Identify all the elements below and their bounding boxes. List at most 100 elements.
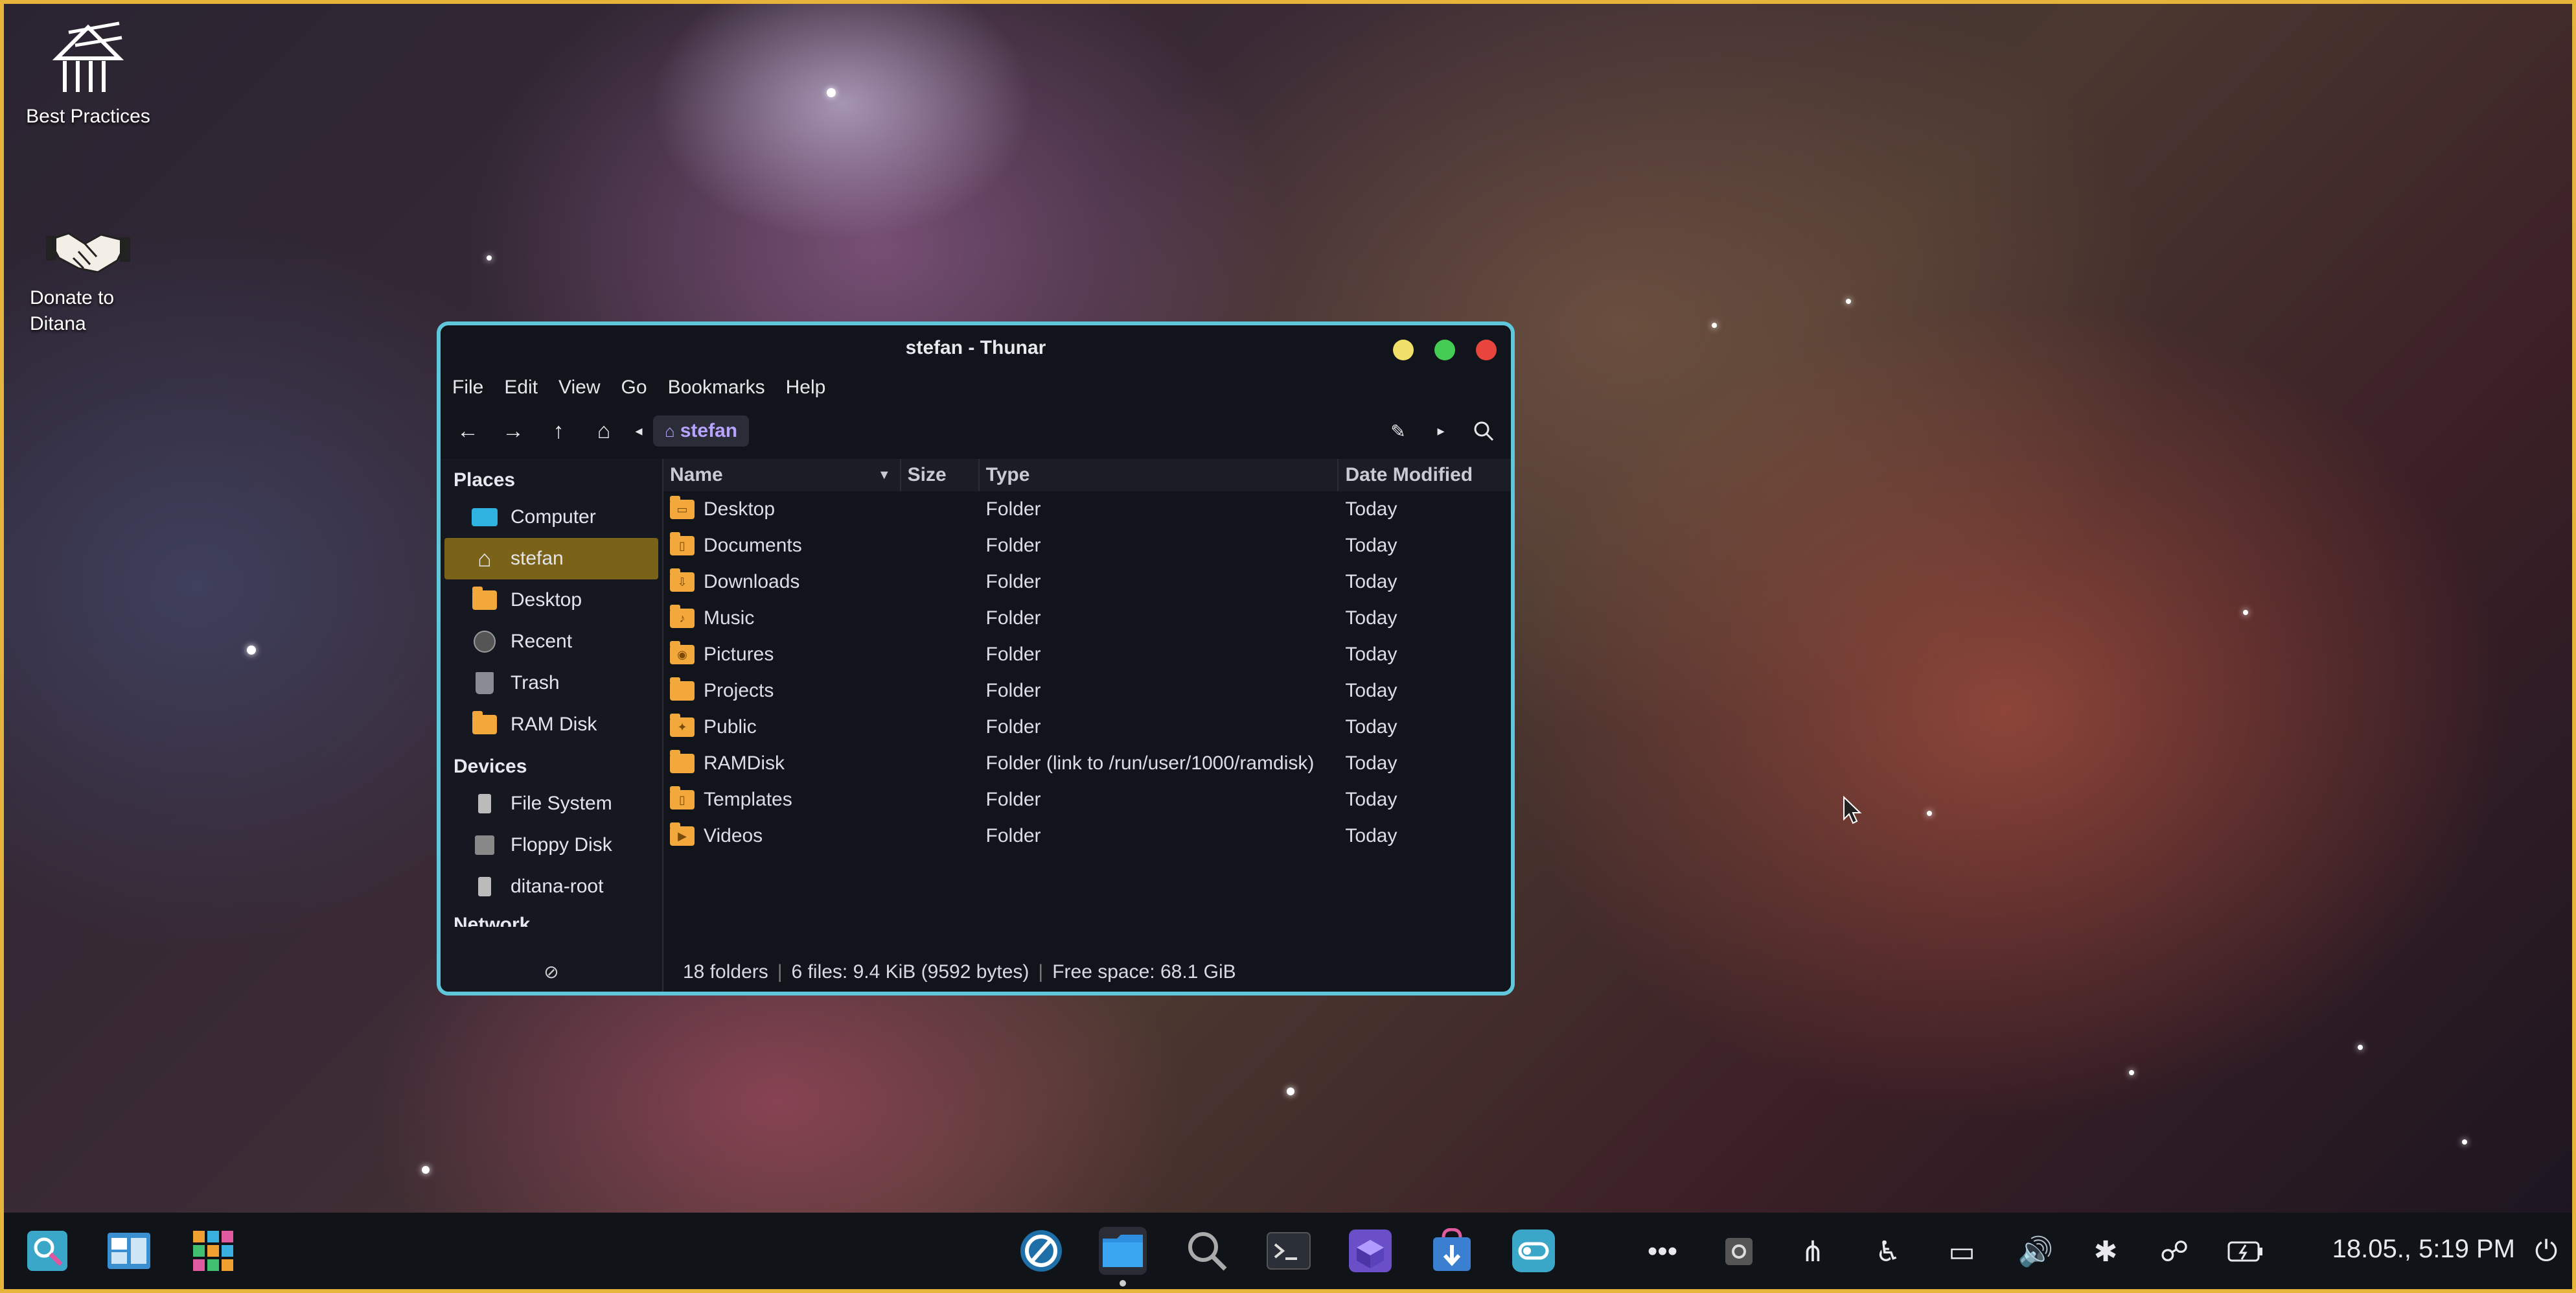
sidebar-item-trash[interactable]: Trash <box>441 662 662 704</box>
status-folders: 18 folders <box>683 961 768 983</box>
table-row[interactable]: ▯ Templates Folder Today <box>663 782 1511 818</box>
column-header-type[interactable]: Type <box>980 459 1339 491</box>
menu-bookmarks[interactable]: Bookmarks <box>668 377 765 399</box>
sidebar-item-label: ditana-root <box>511 876 604 897</box>
settings-tray-icon[interactable] <box>1719 1232 1758 1271</box>
terminal-icon[interactable] <box>1265 1227 1313 1275</box>
table-row[interactable]: ▶ Videos Folder Today <box>663 818 1511 854</box>
file-type: Folder <box>985 825 1041 846</box>
path-scroll-right-icon[interactable]: ▸ <box>1423 413 1459 449</box>
package-manager-icon[interactable] <box>1346 1227 1394 1275</box>
file-name: Public <box>704 716 757 738</box>
menu-edit[interactable]: Edit <box>504 377 538 399</box>
file-type: Folder <box>985 571 1041 592</box>
sidebar-item-desktop[interactable]: Desktop <box>441 579 662 621</box>
mouse-cursor-icon <box>1843 795 1862 828</box>
file-date: Today <box>1345 644 1397 665</box>
table-row[interactable]: ▭ Desktop Folder Today <box>663 491 1511 528</box>
desktop-icon-donate[interactable]: Donate to Ditana <box>10 220 166 337</box>
file-date: Today <box>1345 789 1397 810</box>
table-row[interactable]: ♪ Music Folder Today <box>663 600 1511 636</box>
software-store-icon[interactable] <box>1428 1227 1476 1275</box>
menu-view[interactable]: View <box>558 377 600 399</box>
network-icon[interactable]: ☍ <box>2155 1232 2194 1271</box>
table-row[interactable]: RAMDisk Folder (link to /run/user/1000/r… <box>663 745 1511 782</box>
sidebar-item-computer[interactable]: Computer <box>441 496 662 538</box>
star <box>2243 610 2248 615</box>
desktop-icon-best-practices[interactable]: Best Practices <box>10 19 166 130</box>
star <box>487 255 492 261</box>
accessibility-icon[interactable]: ♿ <box>1869 1232 1907 1271</box>
up-icon[interactable]: ↑ <box>540 413 577 449</box>
breadcrumb[interactable]: ⌂ stefan <box>653 415 750 447</box>
menu-file[interactable]: File <box>452 377 483 399</box>
more-icon[interactable]: ••• <box>1643 1232 1682 1271</box>
forward-icon[interactable]: → <box>495 413 531 449</box>
file-date: Today <box>1345 716 1397 738</box>
bluetooth-disabled-icon[interactable]: ✱ <box>2086 1232 2125 1271</box>
path-scroll-left-icon[interactable]: ◂ <box>631 413 647 449</box>
sidebar-item-label: Recent <box>511 631 573 652</box>
home-icon[interactable]: ⌂ <box>586 413 622 449</box>
volume-icon[interactable]: 🔊 <box>2016 1232 2055 1271</box>
close-button[interactable] <box>1476 340 1497 360</box>
folder-icon <box>670 677 695 701</box>
handshake-icon <box>46 220 130 279</box>
minimize-button[interactable] <box>1393 340 1414 360</box>
table-row[interactable]: ⇩ Downloads Folder Today <box>663 564 1511 600</box>
display-icon[interactable]: ▭ <box>1942 1232 1981 1271</box>
file-date: Today <box>1345 680 1397 701</box>
eject-icon[interactable]: ⊘ <box>441 953 662 992</box>
file-date: Today <box>1345 535 1397 556</box>
file-date: Today <box>1345 825 1397 846</box>
toolbar: ← → ↑ ⌂ ◂ ⌂ stefan ✎ ▸ <box>441 403 1511 459</box>
file-type: Folder (link to /run/user/1000/ramdisk) <box>985 752 1315 774</box>
search-icon[interactable] <box>1466 413 1502 449</box>
table-row[interactable]: ◉ Pictures Folder Today <box>663 636 1511 673</box>
star <box>1287 1088 1294 1095</box>
maximize-button[interactable] <box>1434 340 1455 360</box>
file-date: Today <box>1345 607 1397 629</box>
battery-icon[interactable] <box>2226 1232 2265 1271</box>
menu-help[interactable]: Help <box>786 377 826 399</box>
app-grid-icon[interactable] <box>189 1227 237 1275</box>
folder-pictures-icon: ◉ <box>670 641 695 664</box>
file-type: Folder <box>985 607 1041 629</box>
table-row[interactable]: ▯ Documents Folder Today <box>663 528 1511 564</box>
star <box>1846 299 1851 304</box>
power-icon[interactable]: ⏻ <box>2520 1232 2572 1271</box>
window-titlebar[interactable]: stefan - Thunar <box>441 325 1511 372</box>
sidebar-item-ditana-root[interactable]: ditana-root <box>441 866 662 907</box>
column-header-date[interactable]: Date Modified <box>1339 459 1511 491</box>
file-manager-window[interactable]: stefan - Thunar File Edit View Go Bookma… <box>437 321 1515 996</box>
folder-templates-icon: ▯ <box>670 786 695 810</box>
browser-icon[interactable] <box>1017 1227 1065 1275</box>
star <box>2462 1139 2467 1145</box>
active-indicator <box>1120 1280 1126 1287</box>
edit-path-icon[interactable]: ✎ <box>1380 413 1416 449</box>
sidebar-item-stefan[interactable]: ⌂ stefan <box>444 538 658 579</box>
file-manager-taskbar-icon[interactable] <box>1099 1227 1147 1275</box>
table-row[interactable]: Projects Folder Today <box>663 673 1511 709</box>
star <box>1927 811 1932 816</box>
column-header-size[interactable]: Size <box>901 459 980 491</box>
settings-app-icon[interactable] <box>1510 1227 1558 1275</box>
sidebar-item-floppy-disk[interactable]: Floppy Disk <box>441 824 662 866</box>
menu-go[interactable]: Go <box>621 377 647 399</box>
window-overview-icon[interactable] <box>105 1227 153 1275</box>
search-icon[interactable] <box>1183 1227 1231 1275</box>
sidebar-item-label: Desktop <box>511 589 582 611</box>
file-date: Today <box>1345 498 1397 520</box>
sidebar-item-recent[interactable]: Recent <box>441 621 662 662</box>
back-icon[interactable]: ← <box>450 413 486 449</box>
network-tree-icon[interactable]: ⋔ <box>1793 1232 1832 1271</box>
sidebar-item-ram-disk[interactable]: RAM Disk <box>441 704 662 745</box>
column-header-name[interactable]: Name ▼ <box>663 459 901 491</box>
window-title: stefan - Thunar <box>905 337 1046 358</box>
table-row[interactable]: ✦ Public Folder Today <box>663 709 1511 745</box>
folder-link-icon <box>670 750 695 773</box>
sidebar-item-file-system[interactable]: File System <box>441 783 662 824</box>
folder-downloads-icon: ⇩ <box>670 568 695 592</box>
clock[interactable]: 18.05., 5:19 PM <box>2332 1235 2515 1264</box>
search-launcher-icon[interactable] <box>23 1227 71 1275</box>
